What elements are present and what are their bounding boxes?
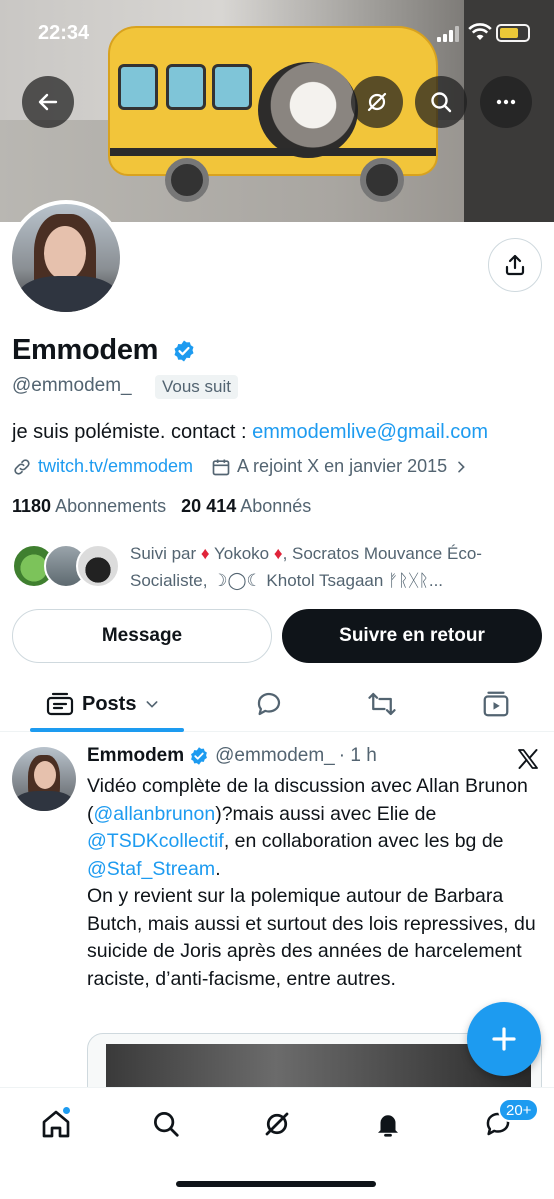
bus-window [212,64,252,110]
followers-you-know[interactable]: Suivi par ♦ Yokoko ♦, Socratos Mouvance … [12,540,552,590]
profile-avatar[interactable] [8,200,124,316]
plus-icon [492,1027,516,1051]
bus-porthole-cat [258,62,358,158]
diamond-emoji-icon: ♦ [273,544,283,563]
posts-icon [46,692,74,716]
notification-dot [62,1106,71,1115]
arrow-left-icon [38,93,58,111]
profile-tabs: Posts [0,676,554,732]
tweet-media-image [106,1044,531,1092]
tweet-header: Emmodem @emmodem_ · 1 h [87,745,377,767]
active-tab-indicator [30,728,184,732]
follow-back-button[interactable]: Suivre en retour [282,609,542,663]
wifi-icon [468,23,492,40]
tab-reposts[interactable] [366,676,398,732]
tab-replies[interactable] [254,676,284,732]
more-options-button[interactable] [480,76,532,128]
followed-by-text: Suivi par ♦ Yokoko ♦, Socratos Mouvance … [130,540,545,594]
profile-name: Emmodem [12,334,159,366]
message-button[interactable]: Message [12,609,272,663]
search-icon [431,92,452,113]
joined-date[interactable]: A rejoint X en janvier 2015 [237,456,447,477]
grok-icon [367,92,387,112]
chevron-right-icon[interactable] [453,459,469,475]
followed-by-prefix: Suivi par [130,544,201,563]
grok-icon [265,1112,289,1136]
profile-bio: je suis polémiste. contact : emmodemlive… [12,421,488,444]
chevron-down-icon[interactable] [144,696,160,712]
follow-counts: 1180 Abonnements 20 414 Abonnés [12,496,311,517]
verified-badge-icon[interactable] [172,339,196,363]
share-button[interactable] [488,238,542,292]
tweet-time: · 1 h [338,745,377,766]
tweet-author-name[interactable]: Emmodem [87,745,184,767]
tweet-paragraph: On y revient sur la polemique autour de … [87,885,536,990]
avatar-photo [12,204,120,312]
followers-stat[interactable]: 20 414 Abonnés [181,496,311,516]
nav-search[interactable] [146,1104,186,1144]
mention-link[interactable]: @TSDKcollectif [87,830,224,852]
share-icon [505,254,525,276]
following-count: 1180 [12,496,52,516]
tweet-text-part: , en collaboration avec les bg de [223,830,504,852]
bus-stripe [110,148,436,156]
more-dots-icon [496,99,516,105]
follower-avatar [76,544,120,588]
bus-wheel [360,158,404,202]
profile-meta: twitch.tv/emmodem A rejoint X en janvier… [12,456,469,477]
cellular-signal-icon [437,26,459,42]
bell-icon [378,1115,398,1137]
back-button[interactable] [22,76,74,128]
tab-posts[interactable]: Posts [46,676,160,732]
calendar-icon [212,459,230,475]
search-button[interactable] [415,76,467,128]
media-icon [483,691,509,717]
tab-media[interactable] [481,676,511,732]
profile-handle: @emmodem_ [12,375,132,396]
follows-you-badge: Vous suit [155,375,238,399]
home-indicator [176,1181,376,1187]
link-icon [14,458,30,475]
battery-icon [496,24,530,42]
bus-window [166,64,206,110]
search-icon [154,1112,179,1137]
nav-home[interactable] [36,1104,76,1144]
tweet-text: Vidéo complète de la discussion avec All… [87,773,539,993]
repost-icon [368,692,396,716]
compose-button[interactable] [467,1002,541,1076]
tweet-text-part: )?mais aussi avec Elie de [215,802,437,825]
followers-count: 20 414 [181,496,237,516]
messages-count-badge: 20+ [498,1098,540,1122]
followers-label: Abonnés [240,496,312,516]
bio-text: je suis polémiste. contact : [12,421,253,443]
tweet-avatar[interactable] [12,747,76,811]
status-bar: 22:34 [0,0,554,66]
nav-notifications[interactable] [368,1104,408,1144]
bio-email-link[interactable]: emmodemlive@gmail.com [252,421,488,443]
mention-link[interactable]: @Staf_Stream [87,858,215,880]
tweet-author-handle[interactable]: @emmodem_ [215,745,335,767]
verified-badge-icon[interactable] [189,746,209,766]
bus-wheel [165,158,209,202]
status-time: 22:34 [38,22,90,44]
nav-grok[interactable] [257,1104,297,1144]
tweet-text-part: . [215,857,221,880]
tab-posts-label: Posts [82,692,137,715]
grok-button[interactable] [351,76,403,128]
bus-window [118,64,158,110]
mention-link[interactable]: @allanbrunon [94,803,216,825]
x-logo-icon[interactable] [516,747,540,771]
website-link[interactable]: twitch.tv/emmodem [38,456,193,477]
following-label: Abonnements [55,496,167,516]
followed-by-name: Yokoko [213,544,270,563]
reply-bubble-icon [257,692,281,716]
diamond-emoji-icon: ♦ [200,544,210,563]
following-stat[interactable]: 1180 Abonnements [12,496,166,516]
